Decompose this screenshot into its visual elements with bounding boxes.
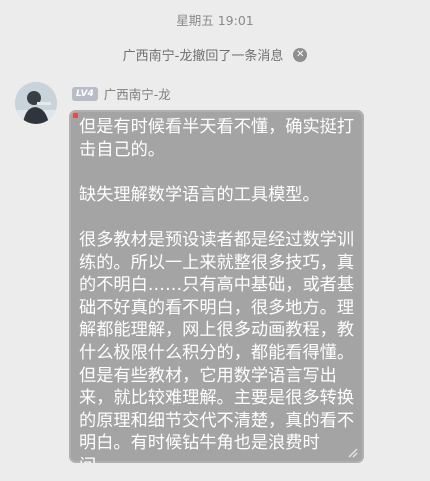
message-paragraph: 很多教材是预设读者都是经过数学训练的。所以一上来就整很多技巧，真的不明白……只有… <box>79 229 355 463</box>
recall-notice: 广西南宁-龙撤回了一条消息 ✕ <box>0 45 430 64</box>
resize-handle-icon[interactable] <box>346 446 358 458</box>
message-paragraph: 缺失理解数学语言的工具模型。 <box>79 184 320 205</box>
close-icon[interactable]: ✕ <box>293 47 308 62</box>
avatar-image <box>15 82 57 124</box>
timestamp: 星期五 19:01 <box>176 13 254 28</box>
avatar[interactable] <box>15 82 57 124</box>
message-bubble[interactable]: 但是有时候看半天看不懂，确实挺打击自己的。 缺失理解数学语言的工具模型。 很多教… <box>69 110 364 463</box>
unread-marker <box>73 113 78 118</box>
recall-text: 广西南宁-龙撤回了一条消息 <box>122 49 284 64</box>
sender-info: LV4 广西南宁-龙 <box>72 84 171 103</box>
message-paragraph: 但是有时候看半天看不懂，确实挺打击自己的。 <box>79 117 355 160</box>
sender-name[interactable]: 广西南宁-龙 <box>104 84 171 103</box>
level-badge: LV4 <box>72 86 98 101</box>
